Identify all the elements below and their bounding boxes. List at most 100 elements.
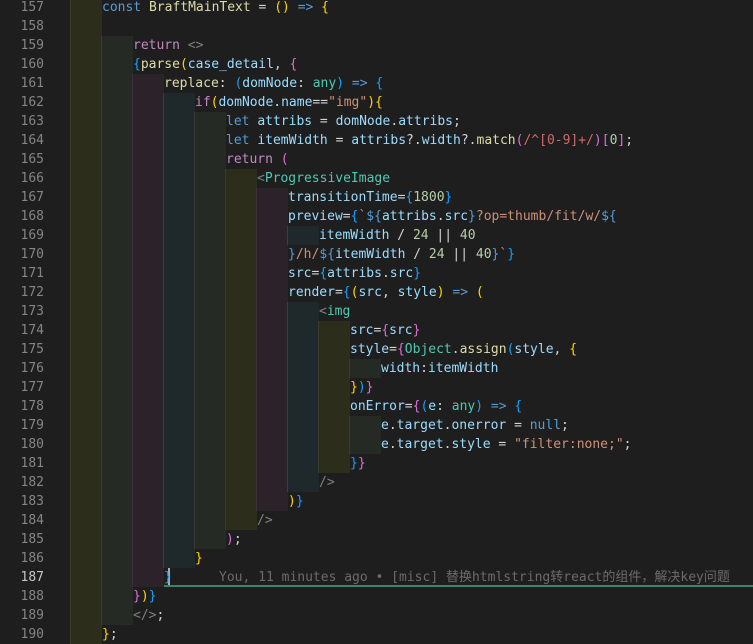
indent-guide (101, 74, 133, 93)
code-line[interactable]: 157 const BraftMainText = () => { (0, 0, 753, 17)
indent-guide (101, 226, 133, 245)
indent-guide (287, 454, 319, 473)
code-line[interactable]: 181}} (0, 454, 753, 473)
code-text: itemWidth / 24 || 40 (319, 226, 476, 245)
indent-guide (256, 454, 288, 473)
indent-guide (70, 587, 102, 606)
indent-guide (101, 321, 133, 340)
code-line[interactable]: 166 <ProgressiveImage (0, 169, 753, 188)
code-line[interactable]: 174 src={src} (0, 321, 753, 340)
indent-guide (256, 340, 288, 359)
code-line[interactable]: 182 /> (0, 473, 753, 492)
code-line[interactable]: 159 return <> (0, 36, 753, 55)
code-token: : (297, 76, 313, 91)
code-editor[interactable]: 157 const BraftMainText = () => {158 159 re… (0, 0, 753, 644)
code-line[interactable]: 185); (0, 530, 753, 549)
indent-guide (70, 492, 102, 511)
indent-guide (225, 226, 257, 245)
code-text: } (164, 568, 172, 587)
indent-guide (256, 473, 288, 492)
indent-guide (194, 302, 226, 321)
code-line[interactable]: 190}; (0, 625, 753, 644)
indent-guide (225, 188, 257, 207)
code-line[interactable]: 158 (0, 17, 753, 36)
indent-guide (70, 36, 102, 55)
code-token: any (312, 76, 337, 91)
code-line[interactable]: 171 src={attribs.src} (0, 264, 753, 283)
code-line[interactable]: 184 /> (0, 511, 753, 530)
code-line[interactable]: 168 preview={`${attribs.src}?op=thumb/fit… (0, 207, 753, 226)
line-number: 187 (20, 570, 44, 585)
code-token: /> (319, 475, 335, 490)
indent-guide (225, 435, 257, 454)
line-number: 190 (20, 627, 44, 642)
code-token: return (133, 38, 188, 53)
line-number: 168 (20, 209, 44, 224)
code-line[interactable]: 179 e.target.onerror = null; (0, 416, 753, 435)
code-token: domNode (218, 95, 274, 110)
code-line[interactable]: 162 if(domNode.name=="img"){ (0, 93, 753, 112)
indent-guide (256, 188, 288, 207)
indent-guide (70, 0, 102, 17)
code-line[interactable]: 169 itemWidth / 24 || 40 (0, 226, 753, 245)
code-line[interactable]: 183)} (0, 492, 753, 511)
code-token: { (321, 0, 329, 15)
code-line[interactable]: 161 replace: (domNode: any) => { (0, 74, 753, 93)
code-line[interactable]: 186} (0, 549, 753, 568)
code-line[interactable]: 172 render={(src, style) => ( (0, 283, 753, 302)
code-token: ${ (601, 209, 617, 224)
code-line[interactable]: 167 transitionTime={1800} (0, 188, 753, 207)
code-line[interactable]: 188})} (0, 587, 753, 606)
code-text: e.target.onerror = null; (381, 416, 569, 435)
indent-guide (101, 549, 133, 568)
line-number: 182 (20, 475, 44, 490)
code-token: / (389, 228, 413, 243)
code-line[interactable]: 163 let attribs = domNode.attribs; (0, 112, 753, 131)
code-line[interactable]: 173 <img (0, 302, 753, 321)
indent-guide (163, 511, 195, 530)
code-line[interactable]: 178 onError={(e: any) => { (0, 397, 753, 416)
code-line[interactable]: 160 {parse(case_detail, { (0, 55, 753, 74)
line-number: 166 (20, 171, 44, 186)
indent-guide (70, 435, 102, 454)
code-token: itemWidth (427, 361, 499, 376)
code-line[interactable]: 176 width:itemWidth (0, 359, 753, 378)
indent-guide (70, 625, 102, 644)
code-token: => (490, 399, 507, 414)
code-line[interactable]: 189 </>; (0, 606, 753, 625)
code-text: }/h/${itemWidth / 24 || 40}`} (288, 245, 515, 264)
code-token: const (102, 0, 149, 15)
code-token: </> (133, 608, 157, 623)
code-line[interactable]: 164 let itemWidth = attribs?.width?.match… (0, 131, 753, 150)
indent-guide (101, 530, 133, 549)
code-text: }} (350, 454, 366, 473)
code-token: } (365, 380, 374, 395)
code-text: width:itemWidth (381, 359, 498, 378)
code-line[interactable]: 180 e.target.style = "filter:none;"; (0, 435, 753, 454)
indent-guide (194, 112, 226, 131)
code-token: parse (140, 57, 180, 72)
code-text: } (195, 549, 203, 568)
code-token: img (326, 304, 351, 319)
code-token: . (436, 209, 445, 224)
code-text: let attribs = domNode.attribs; (226, 112, 461, 131)
code-token: ?. (406, 133, 422, 148)
code-line[interactable]: 177})} (0, 378, 753, 397)
code-token: { (375, 95, 383, 110)
indent-guide (70, 283, 102, 302)
code-token: ; (109, 627, 118, 642)
code-line[interactable]: 175 style={Object.assign(style, { (0, 340, 753, 359)
indent-guide (256, 397, 288, 416)
code-token: } (164, 570, 172, 585)
indent-guide (70, 55, 102, 74)
code-line[interactable]: 170}/h/${itemWidth / 24 || 40}`} (0, 245, 753, 264)
code-text: <ProgressiveImage (257, 169, 390, 188)
code-token: ( (475, 285, 484, 300)
indent-guide (194, 492, 226, 511)
indent-guide (132, 511, 164, 530)
indent-guide (70, 378, 102, 397)
code-line[interactable]: 187} You, 11 minutes ago • [misc] 替换htmls… (0, 568, 753, 587)
code-line[interactable]: 165 return ( (0, 150, 753, 169)
indent-guide (163, 112, 195, 131)
code-token: ) (475, 399, 484, 414)
